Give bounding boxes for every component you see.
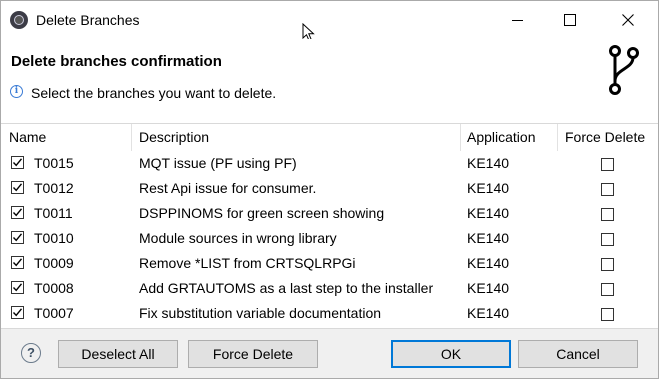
- select-checkbox[interactable]: [11, 206, 24, 219]
- checkmark-icon: [12, 208, 23, 217]
- branch-application: KE140: [467, 180, 510, 196]
- branch-name: T0010: [34, 230, 74, 246]
- select-checkbox[interactable]: [11, 156, 24, 169]
- dialog-header: Delete branches confirmation i Select th…: [1, 39, 658, 124]
- minimize-button[interactable]: [494, 1, 540, 39]
- branch-application: KE140: [467, 280, 510, 296]
- delete-branches-dialog: Delete Branches Delete branches confirma…: [0, 0, 659, 379]
- branch-application: KE140: [467, 255, 510, 271]
- title-bar: Delete Branches: [1, 1, 658, 42]
- header-message: Select the branches you want to delete.: [31, 85, 277, 101]
- column-header-force-delete[interactable]: Force Delete: [558, 124, 658, 151]
- ok-button[interactable]: OK: [391, 340, 511, 368]
- table-row[interactable]: T0007 Fix substitution variable document…: [1, 301, 658, 326]
- branch-description: Fix substitution variable documentation: [139, 305, 382, 321]
- branch-name: T0015: [34, 155, 74, 171]
- branch-description: Module sources in wrong library: [139, 230, 337, 246]
- close-icon: [622, 14, 634, 26]
- branch-name: T0011: [34, 205, 73, 221]
- checkmark-icon: [12, 283, 23, 292]
- maximize-button[interactable]: [547, 1, 593, 39]
- branch-application: KE140: [467, 305, 510, 321]
- branch-name: T0012: [34, 180, 74, 196]
- window-title: Delete Branches: [36, 12, 140, 28]
- table-row[interactable]: T0010 Module sources in wrong library KE…: [1, 226, 658, 251]
- branch-name: T0009: [34, 255, 74, 271]
- force-delete-checkbox[interactable]: [601, 183, 614, 196]
- branch-application: KE140: [467, 205, 510, 221]
- cancel-button[interactable]: Cancel: [518, 340, 638, 368]
- force-delete-checkbox[interactable]: [601, 283, 614, 296]
- maximize-icon: [564, 14, 576, 26]
- info-icon: i: [10, 85, 23, 98]
- branch-name: T0007: [34, 305, 74, 321]
- force-delete-checkbox[interactable]: [601, 158, 614, 171]
- checkmark-icon: [12, 158, 23, 167]
- deselect-all-button[interactable]: Deselect All: [58, 340, 178, 368]
- header-title: Delete branches confirmation: [11, 53, 222, 70]
- checkmark-icon: [12, 183, 23, 192]
- force-delete-checkbox[interactable]: [601, 258, 614, 271]
- table-row[interactable]: T0008 Add GRTAUTOMS as a last step to th…: [1, 276, 658, 301]
- checkmark-icon: [12, 233, 23, 242]
- table-row[interactable]: T0012 Rest Api issue for consumer. KE140: [1, 176, 658, 201]
- table-header: Name Description Application Force Delet…: [1, 124, 658, 151]
- column-header-description[interactable]: Description: [132, 124, 461, 151]
- branch-application: KE140: [467, 230, 510, 246]
- minimize-icon: [511, 19, 523, 21]
- branch-name: T0008: [34, 280, 74, 296]
- select-checkbox[interactable]: [11, 231, 24, 244]
- force-delete-checkbox[interactable]: [601, 208, 614, 221]
- table-row[interactable]: T0009 Remove *LIST from CRTSQLRPGi KE140: [1, 251, 658, 276]
- eclipse-app-icon: [10, 11, 28, 29]
- branch-description: DSPPINOMS for green screen showing: [139, 205, 385, 221]
- table-row[interactable]: T0015 MQT issue (PF using PF) KE140: [1, 151, 658, 176]
- branch-description: Rest Api issue for consumer.: [139, 180, 317, 196]
- select-checkbox[interactable]: [11, 281, 24, 294]
- close-button[interactable]: [605, 1, 651, 39]
- force-delete-checkbox[interactable]: [601, 233, 614, 246]
- column-header-name[interactable]: Name: [1, 124, 132, 151]
- git-branch-icon: [609, 45, 639, 95]
- select-checkbox[interactable]: [11, 256, 24, 269]
- force-delete-button[interactable]: Force Delete: [188, 340, 318, 368]
- checkmark-icon: [12, 258, 23, 267]
- column-header-application[interactable]: Application: [461, 124, 558, 151]
- table-row[interactable]: T0011 DSPPINOMS for green screen showing…: [1, 201, 658, 226]
- checkmark-icon: [12, 308, 23, 317]
- branch-description: MQT issue (PF using PF): [139, 155, 297, 171]
- help-button[interactable]: ?: [21, 343, 41, 363]
- branches-table: Name Description Application Force Delet…: [1, 124, 658, 329]
- select-checkbox[interactable]: [11, 306, 24, 319]
- branch-description: Remove *LIST from CRTSQLRPGi: [139, 255, 356, 271]
- branch-description: Add GRTAUTOMS as a last step to the inst…: [139, 280, 434, 296]
- select-checkbox[interactable]: [11, 181, 24, 194]
- branch-application: KE140: [467, 155, 510, 171]
- force-delete-checkbox[interactable]: [601, 308, 614, 321]
